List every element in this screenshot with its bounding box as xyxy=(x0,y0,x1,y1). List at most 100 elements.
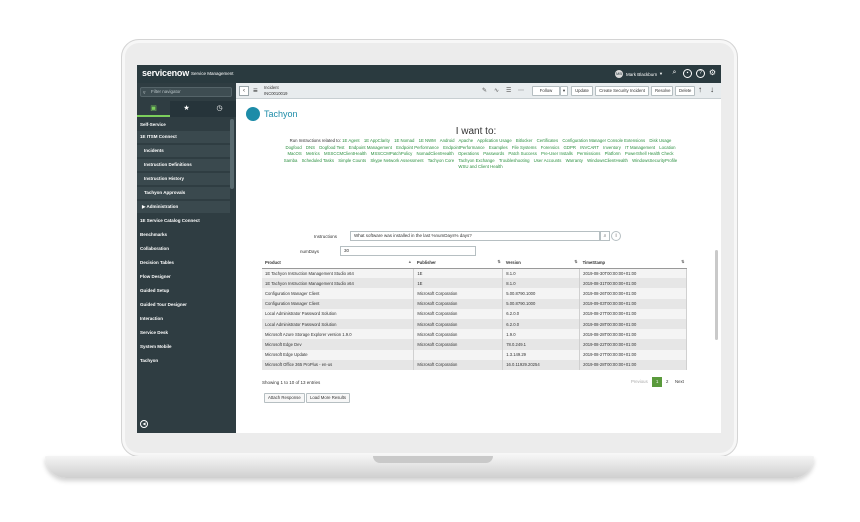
numdays-input[interactable]: 30 xyxy=(340,246,476,256)
table-row[interactable]: Local Administrator Password Solution Mic… xyxy=(262,318,687,330)
back-button[interactable]: ‹ xyxy=(239,86,249,96)
column-header[interactable]: Version ⇅ xyxy=(502,257,580,269)
topic-link[interactable]: Disk Usage xyxy=(649,138,671,143)
topic-link[interactable]: Skype Network Assessment xyxy=(370,158,423,163)
table-row[interactable]: Local Administrator Password Solution Mic… xyxy=(262,308,687,319)
help-icon[interactable]: ? xyxy=(696,69,705,78)
star-icon[interactable]: ★ xyxy=(170,101,203,117)
attachment-icon[interactable]: ✎ xyxy=(482,87,487,94)
search-icon[interactable]: ⌕ xyxy=(670,69,679,78)
topic-link[interactable]: Warranty xyxy=(566,158,583,163)
create-security-incident-button[interactable]: Create Security Incident xyxy=(595,86,649,96)
column-header[interactable]: TimeStamp ⇅ xyxy=(579,257,687,269)
column-header[interactable]: Publisher ⇅ xyxy=(413,257,503,269)
chevron-down-icon[interactable]: ▼ xyxy=(659,71,663,76)
topic-link[interactable]: 1E NWM xyxy=(419,138,436,143)
load-more-results-button[interactable]: Load More Results xyxy=(306,393,351,403)
instructions-input[interactable]: What software was installed in the last … xyxy=(350,231,600,241)
nav-module[interactable]: Guided Tour Designer xyxy=(137,299,230,311)
table-row[interactable]: 1E Tachyon Instruction Management Studio… xyxy=(262,278,687,289)
topic-link[interactable]: GDPR xyxy=(564,145,576,150)
topic-link[interactable]: Configuration Manager Console Extensions xyxy=(562,138,645,143)
nav-module[interactable]: Decision Tables xyxy=(137,257,230,269)
topic-link[interactable]: Patch Success xyxy=(508,151,536,156)
table-row[interactable]: Configuration Manager Client Microsoft Co… xyxy=(262,288,687,299)
info-icon[interactable]: i xyxy=(611,231,621,241)
activity-icon[interactable]: ∿ xyxy=(494,87,499,94)
topic-link[interactable]: 1E Nomad xyxy=(394,138,414,143)
topic-link[interactable]: Simple Counts xyxy=(338,158,366,163)
nav-module[interactable]: Benchmarks xyxy=(137,229,230,241)
topic-link[interactable]: WindowsClientHealth xyxy=(587,158,628,163)
topic-link[interactable]: Permissions xyxy=(577,151,600,156)
topic-link[interactable]: Scheduled Tasks xyxy=(302,158,334,163)
table-row[interactable]: Microsoft Office 365 ProPlus - en-us Micr… xyxy=(262,359,687,370)
topic-link[interactable]: Android xyxy=(440,138,455,143)
topic-link[interactable]: Inventory xyxy=(603,145,621,150)
nav-module[interactable]: Service Desk xyxy=(137,327,230,339)
avatar[interactable]: MB xyxy=(615,70,623,78)
topic-link[interactable]: Platform xyxy=(605,151,621,156)
topic-link[interactable]: INVCART xyxy=(580,145,599,150)
collapse-icon[interactable]: ◀ xyxy=(140,420,148,428)
topic-link[interactable]: Tachyon Core xyxy=(428,158,455,163)
nav-module[interactable]: Interaction xyxy=(137,313,230,325)
table-row[interactable]: 1E Tachyon Instruction Management Studio… xyxy=(262,268,687,279)
topic-link[interactable]: WSU and Client Health xyxy=(458,164,502,169)
topic-link[interactable]: Apache xyxy=(459,138,474,143)
topic-link[interactable]: MSSCCMPatchPolicy xyxy=(371,151,413,156)
table-row[interactable]: Configuration Manager Client Microsoft Co… xyxy=(262,298,687,309)
chat-icon[interactable]: ▪ xyxy=(683,69,692,78)
topic-link[interactable]: Samba xyxy=(284,158,298,163)
nav-module[interactable]: Tachyon xyxy=(137,355,230,367)
nav-module[interactable]: Flow Designer xyxy=(137,271,230,283)
nav-module[interactable]: Self-Service xyxy=(137,119,230,131)
filter-navigator-input[interactable]: ▿ Filter navigator xyxy=(140,87,232,97)
hamburger-icon[interactable]: ≡ xyxy=(253,87,258,95)
arrow-up-icon[interactable]: ↑ xyxy=(698,85,702,94)
update-button[interactable]: Update xyxy=(571,86,593,96)
nav-module[interactable]: Incidents xyxy=(137,145,230,157)
sidebar-scrollbar[interactable] xyxy=(230,119,234,189)
gear-icon[interactable]: ⚙ xyxy=(708,69,717,78)
more-icon[interactable]: ⋯ xyxy=(518,87,524,94)
pager-previous[interactable]: Previous xyxy=(627,377,652,387)
topic-link[interactable]: PowerShell Health Check xyxy=(625,151,674,156)
resolve-button[interactable]: Resolve xyxy=(651,86,673,96)
follow-button[interactable]: Follow xyxy=(532,86,560,96)
topic-link[interactable]: Certificates xyxy=(537,138,559,143)
nav-module-administration[interactable]: ▶ Administration xyxy=(137,201,230,213)
topic-link[interactable]: Application Usage xyxy=(477,138,512,143)
column-header[interactable]: Product ▲ xyxy=(262,257,414,269)
topic-link[interactable]: Metrics xyxy=(306,151,320,156)
nav-module[interactable]: 1E Service Catalog Connect xyxy=(137,215,230,227)
topic-link[interactable]: WindowsSecurityProfile xyxy=(632,158,677,163)
topic-link[interactable]: Troubleshooting xyxy=(499,158,530,163)
pager-next[interactable]: Next xyxy=(671,377,688,387)
topic-link[interactable]: Dogfood Test xyxy=(319,145,344,150)
history-icon[interactable]: ◷ xyxy=(203,101,236,117)
nav-module[interactable]: Instruction History xyxy=(137,173,230,185)
topic-link[interactable]: Bitlocker xyxy=(516,138,532,143)
user-name[interactable]: Mark Blackburn xyxy=(626,72,657,77)
topic-link[interactable]: 1E Agent xyxy=(342,138,359,143)
attach-response-button[interactable]: Attach Response xyxy=(264,393,305,403)
delete-button[interactable]: Delete xyxy=(675,86,695,96)
topic-link[interactable]: Endpoint Performance xyxy=(396,145,439,150)
nav-module[interactable]: Instruction Definitions xyxy=(137,159,230,171)
topic-link[interactable]: 1E AppClarity xyxy=(364,138,390,143)
content-scrollbar[interactable] xyxy=(715,250,718,340)
table-row[interactable]: Microsoft Edge Dev Microsoft Corporation 7… xyxy=(262,339,687,350)
topic-link[interactable]: User Accounts xyxy=(534,158,562,163)
topic-link[interactable]: Examples xyxy=(489,145,508,150)
topic-link[interactable]: Dogfood xyxy=(285,145,301,150)
topic-link[interactable]: EndpointPerformance xyxy=(443,145,485,150)
topic-link[interactable]: DNS xyxy=(306,145,315,150)
nav-module[interactable]: 1E ITSM Connect xyxy=(137,131,230,143)
nav-module[interactable]: Collaboration xyxy=(137,243,230,255)
search-icon[interactable]: ⌕ xyxy=(600,231,610,241)
topic-link[interactable]: MSSCCMClientHealth xyxy=(324,151,367,156)
topic-link[interactable]: MacOS xyxy=(287,151,301,156)
arrow-down-icon[interactable]: ↓ xyxy=(710,85,714,94)
nav-module[interactable]: Guided Setup xyxy=(137,285,230,297)
